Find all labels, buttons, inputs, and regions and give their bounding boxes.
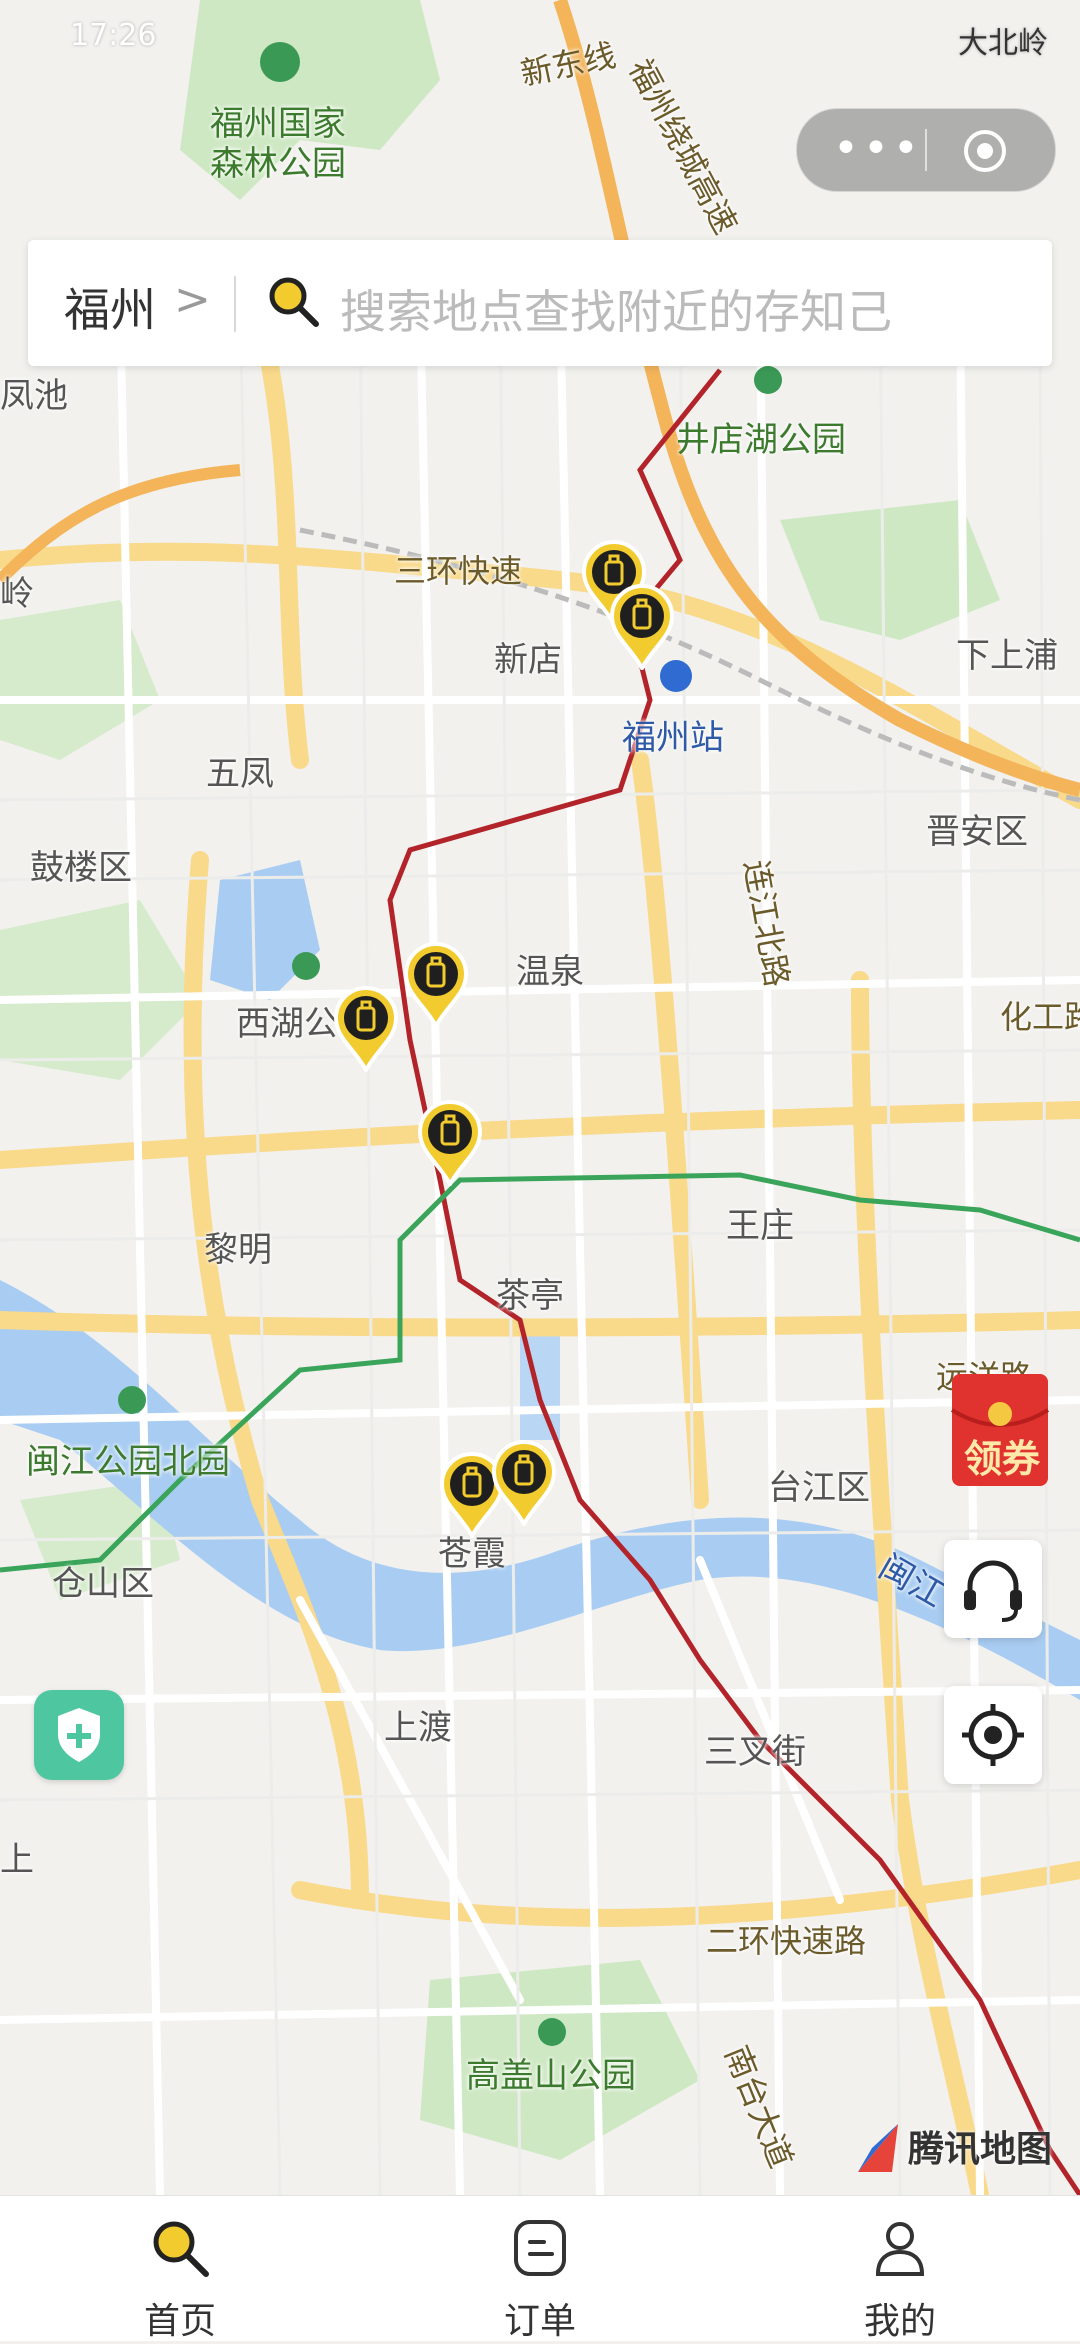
status-time: 17:26 [70, 18, 157, 53]
map-label: 台江区 [768, 1468, 870, 1508]
locate-icon [962, 1704, 1024, 1766]
map-label: 晋安区 [926, 812, 1028, 852]
map-label: 西湖公 [236, 1004, 338, 1044]
map-label: 三叉街 [704, 1732, 806, 1772]
map-label: 森林公园 [210, 144, 346, 184]
tab-profile-label: 我的 [863, 2301, 936, 2342]
luggage-pin[interactable] [400, 938, 472, 1031]
shield-plus-icon [58, 1708, 100, 1762]
map-label: 闽江公园北园 [26, 1442, 230, 1482]
tencent-map-logo [858, 2124, 898, 2172]
chevron-right-icon: > [174, 274, 211, 325]
locate-button[interactable] [944, 1686, 1042, 1784]
safety-button[interactable] [34, 1690, 124, 1780]
tab-bar: 首页 订单 我的 [0, 2195, 1080, 2342]
status-bar: 17:26 大北岭 [0, 0, 1080, 80]
luggage-pin[interactable] [488, 1436, 560, 1529]
mini-program-capsule: ••• [796, 108, 1056, 192]
map-label: 上 [0, 1840, 34, 1880]
search-icon [269, 277, 319, 327]
luggage-pin[interactable] [330, 982, 402, 1075]
luggage-icon [403, 942, 469, 1031]
order-icon [514, 2220, 566, 2276]
tab-orders-label: 订单 [503, 2301, 576, 2342]
luggage-pin[interactable] [414, 1096, 486, 1189]
target-circle-icon[interactable] [961, 127, 1009, 175]
map-label: 新店 [494, 640, 562, 680]
map-label: 二环快速路 [706, 1922, 867, 1960]
map-label: 王庄 [726, 1206, 794, 1246]
map-label: 高盖山公园 [466, 2056, 636, 2096]
capsule-divider [925, 129, 927, 171]
search-bar[interactable]: 福州 > 搜索地点查找附近的存知己 [28, 240, 1052, 366]
headset-icon [964, 1560, 1022, 1622]
search-divider [234, 276, 236, 332]
tab-home[interactable]: 首页 [80, 2196, 280, 2342]
map-label: 仓山区 [52, 1564, 154, 1604]
city-selector[interactable]: 福州 [64, 274, 156, 340]
map-label: 上渡 [384, 1708, 452, 1748]
map-label: 五凤 [206, 754, 274, 794]
search-input[interactable]: 搜索地点查找附近的存知己 [340, 276, 892, 342]
map-label: 下上浦 [956, 636, 1058, 676]
tab-profile[interactable]: 我的 [800, 2196, 1000, 2342]
map-label: 茶亭 [496, 1276, 564, 1316]
map-label: 鼓楼区 [30, 848, 132, 888]
home-search-icon [153, 2221, 209, 2277]
map-label: 三环快速 [394, 552, 523, 590]
luggage-icon [491, 1440, 557, 1529]
tab-home-label: 首页 [143, 2301, 216, 2342]
map-label: 黎明 [204, 1230, 272, 1270]
map-label: 福州站 [622, 718, 724, 758]
luggage-icon [609, 584, 675, 673]
map-label: 凤池 [0, 376, 68, 416]
luggage-icon [417, 1100, 483, 1189]
map-label: 井店湖公园 [676, 420, 846, 460]
status-right-text: 大北岭 [958, 26, 1048, 61]
map-label: 化工路 [1000, 998, 1080, 1036]
customer-service-button[interactable] [944, 1540, 1042, 1638]
profile-icon [875, 2222, 925, 2276]
more-dots-icon[interactable]: ••• [833, 119, 919, 179]
map-label: 岭 [0, 574, 34, 614]
map-label: 温泉 [516, 952, 584, 992]
map-provider: 腾讯地图 [908, 2129, 1053, 2170]
tab-orders[interactable]: 订单 [440, 2196, 640, 2342]
luggage-pin[interactable] [606, 580, 678, 673]
luggage-icon [333, 986, 399, 1075]
coupon-label: 领券 [963, 1437, 1040, 1481]
